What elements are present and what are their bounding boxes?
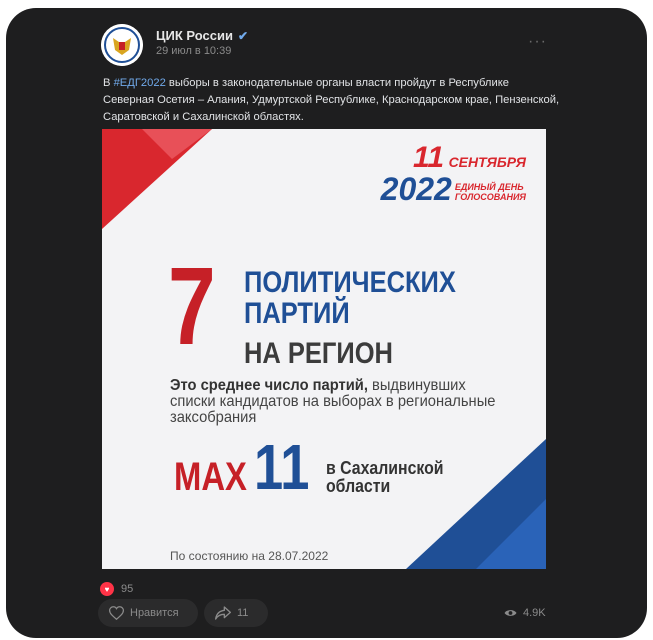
like-label: Нравится [130,607,179,619]
max-region: в Сахалинской области [326,459,444,495]
heart-icon: ♥ [100,582,114,596]
max-value: 11 [254,431,310,503]
views-counter: 4.9K [504,607,546,619]
max-region-line2: области [326,476,391,496]
screenshot-frame: ЦИК России ✔ 29 июл в 10:39 ··· В #ЕДГ20… [0,0,653,640]
emblem-icon [101,24,143,66]
headline-line1: ПОЛИТИЧЕСКИХ [244,266,456,299]
date-sub-line1: ЕДИНЫЙ ДЕНЬ [454,182,524,192]
headline-line3: НА РЕГИОН [244,337,393,370]
headline-line2: ПАРТИЙ [244,297,350,330]
heart-outline-icon [109,606,124,620]
hashtag-link[interactable]: #ЕДГ2022 [114,77,166,89]
description-bold: Это среднее число партий, [170,377,368,394]
date-day: 11 [412,141,445,174]
date-year: 2022 [380,171,452,207]
eye-icon [504,610,517,616]
author-avatar[interactable] [101,24,143,66]
verified-icon: ✔ [237,28,249,43]
author-name[interactable]: ЦИК России ✔ [156,28,248,43]
date-month: СЕНТЯБРЯ [448,154,526,170]
max-label: MAX [174,455,247,499]
description: Это среднее число партий, выдвинувших сп… [170,378,501,426]
reactions-count: 95 [121,583,134,595]
post-text: В #ЕДГ2022 выборы в законодательные орга… [103,75,563,126]
red-corner-decoration [102,129,212,229]
like-button[interactable]: Нравится [98,599,198,627]
max-region-line1: в Сахалинской [326,458,444,478]
author-name-text[interactable]: ЦИК России [156,28,233,43]
big-number: 7 [168,245,216,368]
election-date-block: 11 СЕНТЯБРЯ 2022 ЕДИНЫЙ ДЕНЬ ГОЛОСОВАНИЯ [380,141,526,207]
post-text-start: В [103,77,114,89]
share-icon [215,606,231,620]
share-count: 11 [237,607,249,619]
image-footnote: По состоянию на 28.07.2022 [170,549,329,563]
post-text-rest: выборы в законодательные органы власти п… [103,77,560,123]
share-button[interactable]: 11 [204,599,268,627]
post-date[interactable]: 29 июл в 10:39 [156,45,231,57]
views-count: 4.9K [523,607,546,619]
post-image[interactable]: 11 СЕНТЯБРЯ 2022 ЕДИНЫЙ ДЕНЬ ГОЛОСОВАНИЯ 7… [102,129,546,569]
reactions-row[interactable]: ♥ 95 [100,582,133,596]
date-sub-line2: ГОЛОСОВАНИЯ [454,192,526,202]
more-icon[interactable]: ··· [528,33,547,51]
